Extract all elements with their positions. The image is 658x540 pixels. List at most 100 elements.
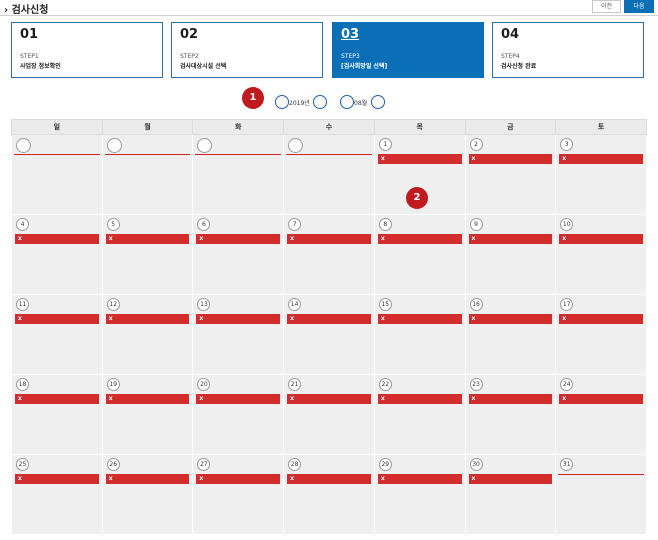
page-title: › 검사신청 xyxy=(4,5,49,16)
calendar-day-cell[interactable]: 17 x xyxy=(555,294,647,375)
calendar-day-cell[interactable]: 21 x xyxy=(283,374,375,455)
unavailable-bar[interactable]: x xyxy=(287,394,371,404)
day-number: 1 xyxy=(378,138,392,151)
unavailable-bar[interactable]: x xyxy=(377,234,462,244)
unavailable-bar[interactable]: x xyxy=(196,234,281,244)
annotation-marker-1: 1 xyxy=(242,87,264,109)
calendar-day-cell[interactable]: 22 x xyxy=(373,374,466,455)
calendar-week: 4 x 5 x 6 x 7 x 8 x 9 x 10 x xyxy=(11,214,647,295)
step-1: 01 STEP1 사업장 정보확인 xyxy=(11,22,163,78)
day-number: 25 xyxy=(16,458,29,471)
calendar-day-cell[interactable]: 27 x xyxy=(192,454,285,535)
unavailable-bar[interactable]: x xyxy=(559,314,643,324)
unavailable-bar[interactable]: x xyxy=(196,474,281,484)
day-number: 8 xyxy=(378,218,392,231)
calendar-day-cell[interactable]: 26 x xyxy=(101,454,194,535)
unavailable-bar[interactable]: x xyxy=(105,474,190,484)
calendar-day-cell[interactable]: 15 x xyxy=(373,294,466,375)
year-value: 2019년 xyxy=(289,100,310,107)
unavailable-bar[interactable]: x xyxy=(15,234,99,244)
calendar-day-cell[interactable]: 7x xyxy=(283,214,375,295)
calendar-day-cell[interactable]: 29 x xyxy=(373,454,466,535)
day-number: 9 xyxy=(469,218,483,231)
unavailable-bar[interactable]: x xyxy=(377,154,462,164)
unavailable-bar[interactable]: x xyxy=(15,474,99,484)
calendar-day-cell[interactable]: 19 x xyxy=(101,374,194,455)
calendar-day-cell[interactable]: 5x xyxy=(101,214,194,295)
day-number: 6 xyxy=(197,218,211,231)
day-number: 16 xyxy=(469,298,483,311)
calendar-day-cell[interactable]: 24 x xyxy=(555,374,647,455)
unavailable-bar[interactable]: x xyxy=(196,394,281,404)
calendar-day-cell[interactable]: 30 x xyxy=(464,454,557,535)
calendar-day-cell[interactable]: 20 x xyxy=(192,374,285,455)
calendar-day-cell[interactable]: 23 x xyxy=(464,374,557,455)
unavailable-bar[interactable]: x xyxy=(287,474,371,484)
unavailable-bar[interactable]: x xyxy=(468,394,553,404)
calendar-day-cell[interactable]: 4x xyxy=(11,214,103,295)
day-number: 30 xyxy=(469,458,483,471)
unavailable-bar[interactable]: x xyxy=(105,314,190,324)
step-description: 사업장 정보확인 xyxy=(20,63,61,70)
weekday-mon: 월 xyxy=(101,119,194,135)
unavailable-bar[interactable]: x xyxy=(15,394,99,404)
calendar-day-cell[interactable]: 2x xyxy=(464,134,557,215)
unavailable-bar[interactable]: x xyxy=(105,394,190,404)
unavailable-bar[interactable]: x xyxy=(377,474,462,484)
day-number: 2 xyxy=(469,138,483,151)
calendar-day-cell[interactable]: 8x xyxy=(373,214,466,295)
calendar-day-cell[interactable]: 12 x xyxy=(101,294,194,375)
calendar-week: 11 x 12 x 13 x 14 x 15 x 16 x 17 x xyxy=(11,294,647,375)
month-prev-icon[interactable] xyxy=(340,95,354,109)
unavailable-bar[interactable]: x xyxy=(105,234,190,244)
unavailable-bar[interactable]: x xyxy=(468,314,553,324)
calendar-day-cell[interactable]: 16 x xyxy=(464,294,557,375)
next-button[interactable]: 다음 xyxy=(624,0,654,13)
weekday-sat: 토 xyxy=(555,119,647,135)
day-number: 10 xyxy=(560,218,574,231)
unavailable-bar[interactable]: x xyxy=(559,154,643,164)
calendar-day-cell[interactable]: 18 x xyxy=(11,374,103,455)
unavailable-bar[interactable]: x xyxy=(196,314,281,324)
unavailable-bar[interactable]: x xyxy=(15,314,99,324)
year-prev-icon[interactable] xyxy=(275,95,289,109)
unavailable-bar[interactable]: x xyxy=(287,314,371,324)
step-label: STEP4 xyxy=(501,53,520,60)
calendar-day-cell[interactable]: 3x xyxy=(555,134,647,215)
unavailable-bar[interactable]: x xyxy=(377,314,462,324)
unavailable-bar[interactable]: x xyxy=(377,394,462,404)
year-selector[interactable]: 2019년 xyxy=(275,95,330,109)
month-next-icon[interactable] xyxy=(371,95,385,109)
step-description: [검사희망일 선택] xyxy=(341,63,388,70)
unavailable-bar[interactable]: x xyxy=(287,234,371,244)
calendar-day-cell[interactable]: 10 x xyxy=(555,214,647,295)
calendar-day-cell[interactable]: 13 x xyxy=(192,294,285,375)
day-number: 22 xyxy=(378,378,392,391)
month-selector[interactable]: 08월 xyxy=(340,95,390,109)
unavailable-bar[interactable]: x xyxy=(468,234,553,244)
day-number: 14 xyxy=(288,298,302,311)
day-number: 15 xyxy=(378,298,392,311)
unavailable-bar[interactable]: x xyxy=(559,234,643,244)
unavailable-bar[interactable]: x xyxy=(559,394,643,404)
calendar-day-cell[interactable]: 25 x xyxy=(11,454,103,535)
calendar-week: 25 x 26 x 27 x 28 x 29 x 30 x 31 xyxy=(11,454,647,535)
calendar-day-cell[interactable]: 14 x xyxy=(283,294,375,375)
empty-day-line xyxy=(104,154,191,155)
calendar-day-cell[interactable]: 31 xyxy=(555,454,647,535)
weekday-tue: 화 xyxy=(192,119,285,135)
unavailable-bar[interactable]: x xyxy=(468,154,553,164)
empty-day-line xyxy=(286,154,372,155)
calendar-day-cell[interactable]: 28 x xyxy=(283,454,375,535)
day-number: 29 xyxy=(378,458,392,471)
day-number: 17 xyxy=(560,298,574,311)
unavailable-bar[interactable]: x xyxy=(468,474,553,484)
year-next-icon[interactable] xyxy=(313,95,327,109)
day-number: 28 xyxy=(288,458,302,471)
weekday-thu: 목 xyxy=(373,119,466,135)
prev-button[interactable]: 이전 xyxy=(592,0,621,13)
empty-day-circle xyxy=(106,138,122,153)
calendar-day-cell[interactable]: 6x xyxy=(192,214,285,295)
calendar-day-cell[interactable]: 11 x xyxy=(11,294,103,375)
calendar-day-cell[interactable]: 9x xyxy=(464,214,557,295)
